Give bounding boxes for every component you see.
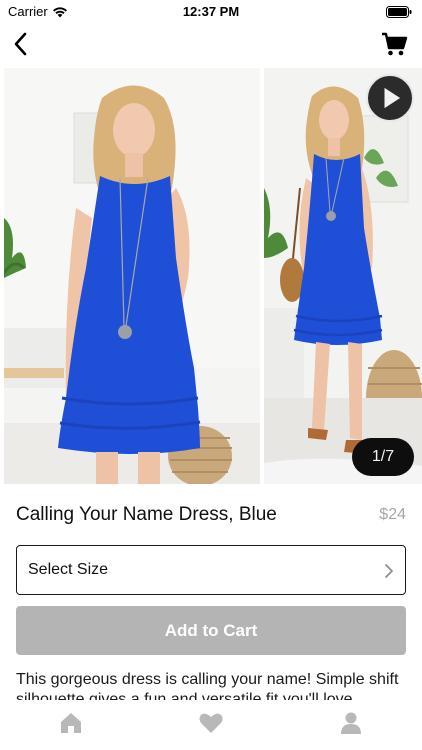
product-title: Calling Your Name Dress, Blue	[16, 504, 277, 525]
navigation-bar	[0, 22, 422, 66]
image-page-counter: 1/7	[352, 438, 414, 476]
battery-icon	[386, 6, 412, 18]
size-select[interactable]: Select Size	[16, 545, 406, 595]
tab-profile[interactable]	[338, 710, 364, 736]
chevron-left-icon	[14, 32, 27, 56]
status-time: 12:37 PM	[182, 4, 240, 19]
play-video-button[interactable]	[366, 74, 414, 122]
tab-bar	[0, 700, 422, 750]
status-bar: Carrier 12:37 PM	[0, 0, 422, 22]
tab-favorites[interactable]	[198, 710, 224, 736]
product-photo-side[interactable]: 1/7	[264, 68, 422, 484]
cart-button[interactable]	[380, 30, 408, 58]
heart-icon	[199, 713, 223, 733]
cart-icon	[382, 32, 408, 56]
product-price: $24	[379, 506, 406, 523]
size-select-label: Select Size	[28, 561, 109, 578]
product-description: This gorgeous dress is calling your name…	[16, 671, 399, 700]
product-image-gallery[interactable]: 1/7	[0, 68, 422, 484]
add-to-cart-button[interactable]: Add to Cart	[16, 606, 406, 655]
person-icon	[341, 712, 361, 734]
home-icon	[61, 713, 81, 733]
back-button[interactable]	[8, 30, 36, 58]
dress-photo-image	[4, 68, 260, 484]
product-photo-front[interactable]	[4, 68, 260, 484]
chevron-right-icon	[385, 564, 393, 578]
play-icon	[384, 87, 401, 109]
tab-home[interactable]	[58, 710, 84, 736]
dress-photo-image	[264, 68, 422, 484]
